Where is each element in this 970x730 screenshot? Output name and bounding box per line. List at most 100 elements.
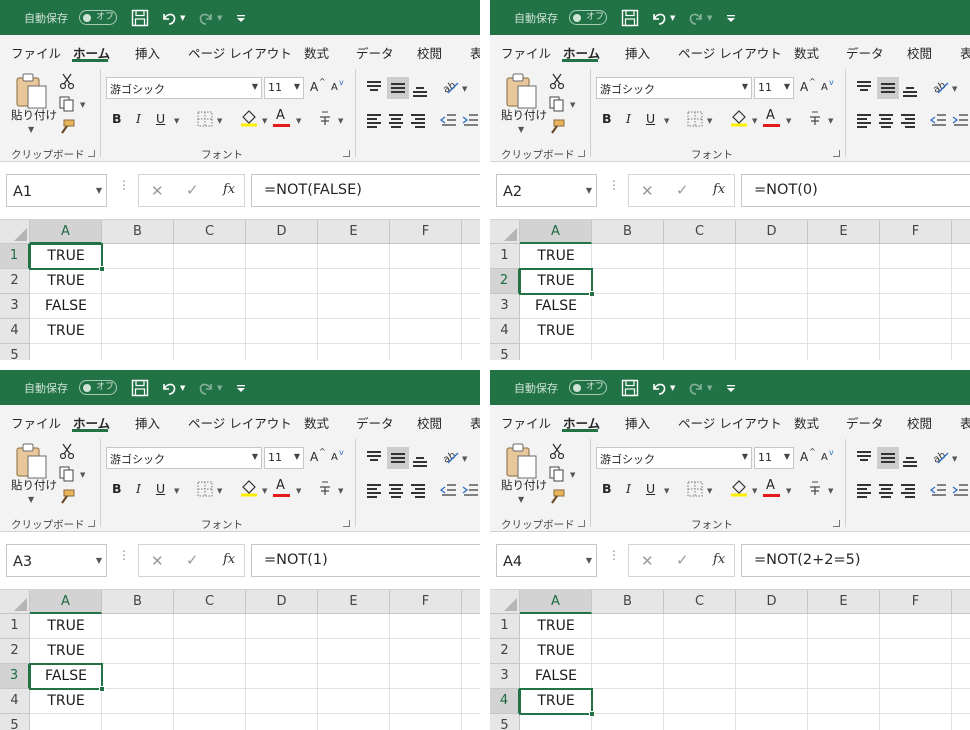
cell-a5[interactable] — [30, 344, 102, 360]
paste-label[interactable]: 貼り付け — [501, 107, 547, 123]
cell-f5[interactable] — [390, 714, 462, 730]
shrink-font-button[interactable]: A — [331, 82, 338, 93]
borders-dropdown-icon[interactable]: ▼ — [707, 487, 712, 495]
grow-font-button[interactable]: A — [800, 450, 808, 464]
shrink-font-button[interactable]: A — [821, 452, 828, 463]
cell-c5[interactable] — [664, 714, 736, 730]
cell-a4[interactable]: TRUE — [30, 689, 102, 714]
cell-a1[interactable]: TRUE — [520, 244, 592, 269]
row-header-2[interactable]: 2 — [490, 639, 520, 664]
italic-button[interactable]: I — [626, 481, 631, 496]
align-middle-icon[interactable] — [877, 447, 899, 469]
cell-b1[interactable] — [102, 614, 174, 639]
cell-c2[interactable] — [664, 639, 736, 664]
cell-d1[interactable] — [736, 614, 808, 639]
grow-font-button[interactable]: A — [310, 450, 318, 464]
phonetic-guide-icon[interactable] — [316, 109, 334, 127]
name-box[interactable]: A2 ▼ — [496, 174, 597, 207]
tab-data[interactable]: データ — [846, 413, 884, 432]
column-header-d[interactable]: D — [736, 590, 808, 614]
phonetic-guide-icon[interactable] — [316, 479, 334, 497]
enter-icon[interactable]: ✓ — [186, 181, 199, 199]
cancel-icon[interactable]: ✕ — [641, 552, 654, 570]
fill-color-icon[interactable] — [730, 479, 748, 497]
column-header-g[interactable] — [952, 220, 970, 244]
font-color-button[interactable]: A — [276, 108, 285, 123]
column-header-f[interactable]: F — [390, 590, 462, 614]
cell-f3[interactable] — [390, 294, 462, 319]
borders-icon[interactable] — [196, 110, 214, 128]
cell-d5[interactable] — [246, 714, 318, 730]
cell-e3[interactable] — [808, 664, 880, 689]
align-right-icon[interactable] — [409, 481, 427, 499]
cell-d3[interactable] — [736, 664, 808, 689]
cell-a2[interactable]: TRUE — [30, 269, 102, 294]
paste-dropdown-icon[interactable]: ▼ — [28, 495, 34, 504]
fill-handle[interactable] — [99, 266, 105, 272]
cell-d5[interactable] — [736, 714, 808, 730]
column-header-e[interactable]: E — [808, 590, 880, 614]
cell-g3[interactable] — [462, 664, 480, 689]
tab-insert[interactable]: 挿入 — [135, 43, 160, 62]
cell-f3[interactable] — [390, 664, 462, 689]
underline-dropdown-icon[interactable]: ▼ — [174, 487, 179, 495]
align-bottom-icon[interactable] — [411, 79, 429, 97]
tab-formulas[interactable]: 数式 — [304, 43, 329, 62]
cell-f1[interactable] — [880, 244, 952, 269]
row-header-3[interactable]: 3 — [0, 664, 30, 689]
paste-icon[interactable] — [14, 72, 50, 110]
copy-dropdown-icon[interactable]: ▼ — [570, 471, 575, 479]
italic-button[interactable]: I — [136, 481, 141, 496]
row-header-1[interactable]: 1 — [490, 614, 520, 639]
cell-e4[interactable] — [318, 689, 390, 714]
cell-d1[interactable] — [736, 244, 808, 269]
align-right-icon[interactable] — [899, 111, 917, 129]
tab-page-layout[interactable]: ページ レイアウト — [678, 413, 782, 432]
align-middle-icon[interactable] — [877, 77, 899, 99]
cell-a3[interactable]: FALSE — [520, 294, 592, 319]
column-header-d[interactable]: D — [246, 590, 318, 614]
row-header-2[interactable]: 2 — [0, 269, 30, 294]
clipboard-launcher-icon[interactable] — [578, 520, 585, 527]
align-bottom-icon[interactable] — [901, 449, 919, 467]
shrink-font-button[interactable]: A — [821, 82, 828, 93]
cell-d4[interactable] — [736, 689, 808, 714]
clipboard-launcher-icon[interactable] — [578, 150, 585, 157]
cell-b4[interactable] — [102, 319, 174, 344]
tab-page-layout[interactable]: ページ レイアウト — [188, 43, 292, 62]
align-top-icon[interactable] — [365, 447, 383, 465]
cell-g1[interactable] — [462, 244, 480, 269]
tab-view[interactable]: 表 — [470, 413, 480, 432]
bold-button[interactable]: B — [602, 481, 612, 496]
font-color-dropdown-icon[interactable]: ▼ — [296, 117, 301, 125]
paste-dropdown-icon[interactable]: ▼ — [518, 125, 524, 134]
column-header-e[interactable]: E — [318, 220, 390, 244]
phonetic-guide-icon[interactable] — [806, 109, 824, 127]
cell-d5[interactable] — [736, 344, 808, 360]
column-header-e[interactable]: E — [318, 590, 390, 614]
cell-g3[interactable] — [952, 664, 970, 689]
cell-a3[interactable]: FALSE — [520, 664, 592, 689]
orientation-icon[interactable]: ab — [932, 447, 950, 465]
borders-dropdown-icon[interactable]: ▼ — [217, 117, 222, 125]
cut-icon[interactable] — [58, 442, 76, 460]
column-header-c[interactable]: C — [174, 590, 246, 614]
grow-font-button[interactable]: A — [800, 80, 808, 94]
autosave-toggle[interactable]: オフ — [569, 380, 607, 395]
paste-label[interactable]: 貼り付け — [11, 477, 57, 493]
insert-function-icon[interactable]: fx — [713, 182, 725, 197]
insert-function-icon[interactable]: fx — [223, 552, 235, 567]
tab-insert[interactable]: 挿入 — [625, 413, 650, 432]
cell-c4[interactable] — [664, 319, 736, 344]
format-painter-icon[interactable] — [548, 488, 566, 506]
cell-e1[interactable] — [808, 614, 880, 639]
row-header-1[interactable]: 1 — [0, 244, 30, 269]
row-header-4[interactable]: 4 — [0, 689, 30, 714]
cell-c2[interactable] — [174, 269, 246, 294]
underline-dropdown-icon[interactable]: ▼ — [174, 117, 179, 125]
cell-d4[interactable] — [736, 319, 808, 344]
orientation-dropdown-icon[interactable]: ▼ — [462, 455, 467, 463]
cell-d4[interactable] — [246, 319, 318, 344]
cell-f5[interactable] — [880, 344, 952, 360]
italic-button[interactable]: I — [136, 111, 141, 126]
